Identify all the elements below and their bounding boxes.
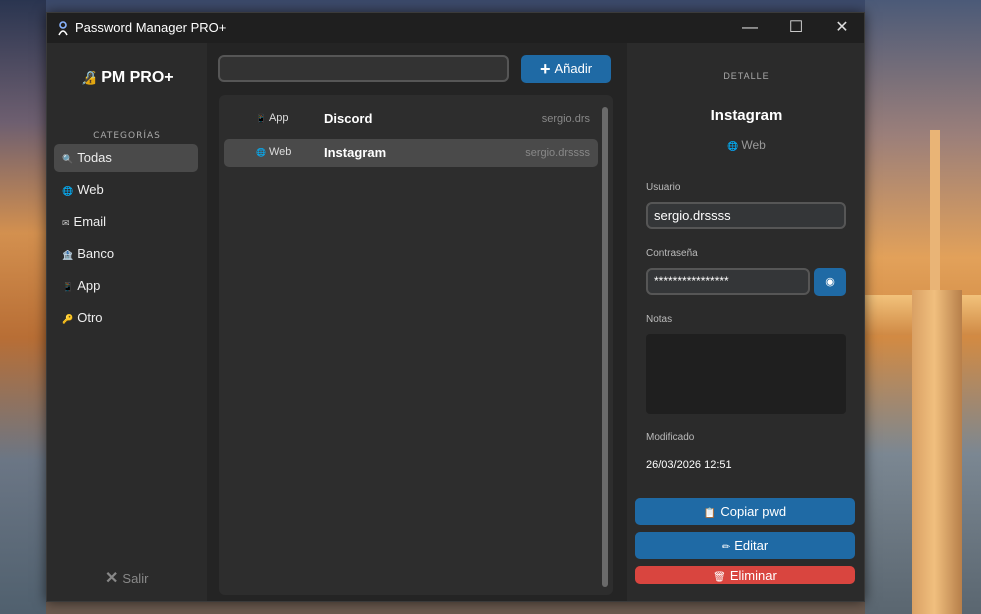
minimize-button[interactable]: — [727,13,773,43]
show-password-button[interactable]: ◉ [814,268,846,296]
sidebar-item-app[interactable]: 📱 App [54,272,198,300]
entry-type-label: Web [268,146,292,158]
desktop-wallpaper-bottom [46,600,865,614]
user-label: Usuario [646,182,681,193]
search-icon: 🔍 [62,154,74,164]
exit-label: Salir [122,571,149,586]
entry-user: sergio.drssss [525,147,590,159]
sidebar-item-label: Web [77,182,104,197]
email-icon: ✉ [62,218,70,228]
notes-field[interactable] [646,334,846,414]
detail-name: Instagram [710,107,783,124]
entry-name: Discord [324,111,373,126]
bank-icon: 🏦 [62,250,74,260]
bridge-tower [930,130,940,300]
delete-label: Eliminar [729,568,777,583]
trash-icon: 🗑 [713,572,726,583]
entries-panel: + Añadir 📱 App Discord sergio.drs 🌐 Web Ins… [207,43,627,601]
detail-panel: DETALLE Instagram 🌐 Web Usuario sergio.dr… [627,43,864,601]
sidebar-item-email[interactable]: ✉ Email [54,208,198,236]
add-button[interactable]: + Añadir [521,55,611,83]
plus-icon: + [539,59,551,79]
entry-user: sergio.drs [541,113,590,125]
exit-button[interactable]: ✕ Salir [105,568,148,588]
key-icon: 🔑 [62,314,74,324]
list-scrollbar[interactable] [602,107,608,587]
user-field[interactable]: sergio.drssss [646,202,846,229]
entries-list: 📱 App Discord sergio.drs 🌐 Web Instagram s… [219,95,613,595]
maximize-button[interactable]: ☐ [773,13,819,43]
sidebar-item-banco[interactable]: 🏦 Banco [54,240,198,268]
categories-heading: CATEGORÍAS [93,131,161,141]
search-input[interactable] [218,55,509,82]
detail-heading: DETALLE [723,71,770,81]
copy-password-button[interactable]: 📋 Copiar pwd [635,498,855,525]
delete-button[interactable]: 🗑 Eliminar [635,566,855,584]
sidebar-item-label: Banco [77,246,115,261]
password-label: Contraseña [646,248,698,259]
entry-type-label: App [268,112,289,124]
globe-icon: 🌐 [256,148,266,157]
window-title: Password Manager PRO+ [75,20,227,35]
copy-label: Copiar pwd [720,504,787,519]
notes-label: Notas [646,314,673,325]
close-x-icon: ✕ [105,570,119,587]
sidebar-item-todas[interactable]: 🔍 Todas [54,144,198,172]
sidebar-item-label: App [77,278,101,293]
sidebar-item-otro[interactable]: 🔑 Otro [54,304,198,332]
globe-icon: 🌐 [727,141,739,151]
add-label: Añadir [554,61,593,76]
entry-name: Instagram [324,145,387,160]
phone-icon: 📱 [256,114,266,123]
entry-type: 📱 App [256,112,289,124]
password-field[interactable]: **************** [646,268,810,295]
sidebar-item-web[interactable]: 🌐 Web [54,176,198,204]
title-bar[interactable]: Password Manager PRO+ — ☐ ✕ [47,13,864,43]
bridge-pylon [912,290,962,614]
sidebar: 🔏 PM PRO+ CATEGORÍAS 🔍 Todas 🌐 Web ✉ Email 🏦… [47,43,207,601]
entry-type: 🌐 Web [256,146,291,158]
close-button[interactable]: ✕ [819,13,864,43]
desktop-wallpaper-left [0,0,46,614]
sidebar-item-label: Email [73,214,107,229]
logo-text: PM PRO+ [101,69,174,86]
edit-label: Editar [734,538,769,553]
detail-type-label: Web [741,138,766,152]
modified-label: Modificado [646,432,695,443]
app-icon [58,21,68,36]
detail-type: 🌐 Web [627,138,864,152]
sidebar-item-label: Todas [77,150,112,165]
app-logo: 🔏 PM PRO+ [81,69,174,87]
sidebar-item-label: Otro [77,310,103,325]
app-window: Password Manager PRO+ — ☐ ✕ 🔏 PM PRO+ CAT… [46,12,865,602]
list-item[interactable]: 📱 App Discord sergio.drs [224,105,598,133]
globe-icon: 🌐 [62,186,74,196]
pencil-icon: ✏ [721,542,731,553]
edit-button[interactable]: ✏ Editar [635,532,855,559]
eye-icon: ◉ [825,276,835,288]
phone-icon: 📱 [62,282,74,292]
modified-value: 26/03/2026 12:51 [646,459,732,471]
clipboard-icon: 📋 [703,508,717,519]
list-item[interactable]: 🌐 Web Instagram sergio.drssss [224,139,598,167]
lock-icon: 🔏 [81,70,98,85]
